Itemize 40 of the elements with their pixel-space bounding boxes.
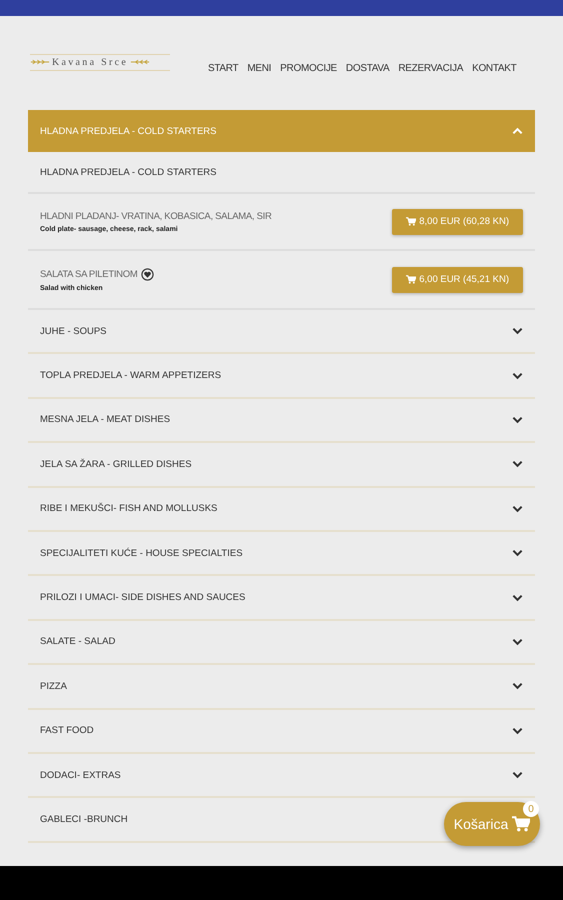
- cart-count-badge: 0: [523, 801, 539, 817]
- chevron-down-icon: [512, 594, 523, 602]
- category-title[interactable]: MESNA JELA - MEAT DISHES: [40, 414, 170, 426]
- ornament-icon: [30, 58, 50, 66]
- nav-link[interactable]: PROMOCIJE: [280, 62, 337, 74]
- chevron-up-icon: [512, 127, 523, 135]
- nav-link[interactable]: DOSTAVA: [346, 62, 390, 74]
- chevron-down-icon: [512, 460, 523, 468]
- chevron-down-icon: [512, 327, 523, 336]
- nav-link[interactable]: MENI: [247, 62, 272, 74]
- category-title[interactable]: JUHE - SOUPS: [40, 326, 107, 337]
- category-title[interactable]: SPECIJALITETI KUĆE - HOUSE SPECIALTIES: [40, 548, 243, 559]
- nav-link[interactable]: REZERVACIJA: [398, 62, 464, 74]
- category-title[interactable]: FAST FOOD: [40, 725, 94, 736]
- chevron-down-icon: [512, 549, 523, 558]
- chevron-down-icon: [512, 416, 523, 424]
- item-name: SALATA SA PILETINOM: [40, 268, 138, 280]
- chevron-down-icon: [512, 372, 523, 380]
- logo-text[interactable]: Kavana Srce: [52, 56, 128, 68]
- nav-link[interactable]: START: [208, 62, 238, 74]
- category-title[interactable]: SALATE - SALAD: [40, 636, 116, 648]
- category-title[interactable]: PRILOZI I UMACI- SIDE DISHES AND SAUCES: [40, 592, 246, 604]
- item-name: HLADNI PLADANJ- VRATINA, KOBASICA, SALAMA, SIR: [40, 210, 272, 222]
- cart-icon: [406, 217, 416, 226]
- cart-icon: [406, 275, 416, 284]
- cart-icon: [512, 816, 530, 832]
- category-title[interactable]: GABLECI -BRUNCH: [40, 814, 128, 825]
- ornament-icon: [130, 58, 150, 66]
- chevron-down-icon: [512, 504, 523, 513]
- section-title: HLADNA PREDJELA - COLD STARTERS: [28, 152, 535, 194]
- category-title[interactable]: PIZZA: [40, 680, 67, 692]
- category-title[interactable]: TOPLA PREDJELA - WARM APPETIZERS: [40, 370, 222, 382]
- category-title[interactable]: DODACI- EXTRAS: [40, 770, 121, 781]
- chevron-down-icon: [512, 682, 523, 690]
- nav-link[interactable]: KONTAKT: [472, 62, 516, 74]
- category-title[interactable]: JELA SA ŽARA - GRILLED DISHES: [40, 458, 192, 470]
- chevron-down-icon: [512, 638, 523, 646]
- category-title[interactable]: RIBE I MEKUŠCI- FISH AND MOLLUSKS: [40, 503, 218, 514]
- chevron-down-icon: [512, 771, 523, 780]
- chevron-down-icon: [512, 726, 523, 735]
